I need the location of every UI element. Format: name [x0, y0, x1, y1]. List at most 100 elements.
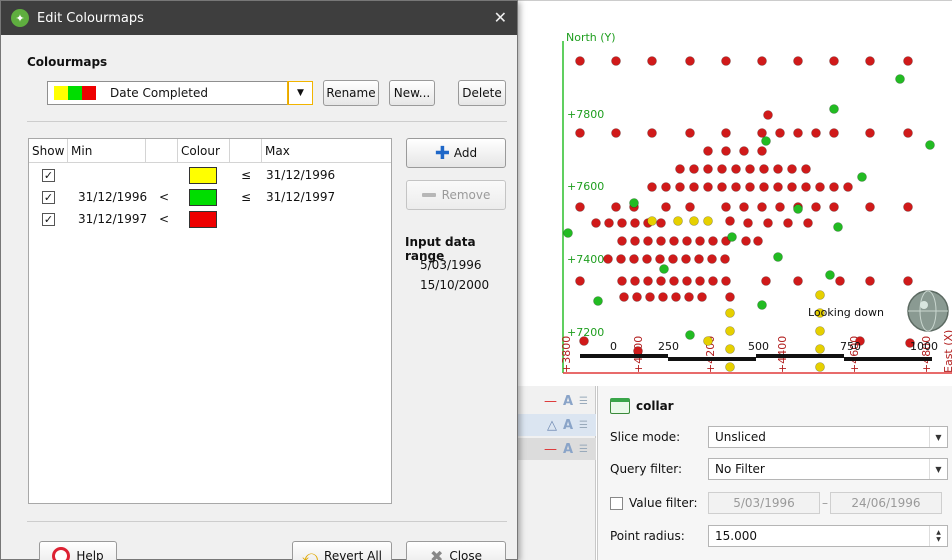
- collar-point: [661, 202, 671, 212]
- collar-point: [579, 336, 589, 346]
- collar-point: [658, 292, 668, 302]
- tree-row-icons[interactable]: — A ☰: [518, 390, 596, 412]
- value-filter-max[interactable]: 24/06/1996: [830, 492, 942, 514]
- collar-point: [671, 292, 681, 302]
- collar-point: [793, 56, 803, 66]
- value-filter-row: Value filter: 5/03/1996 – 24/06/1996: [610, 492, 950, 514]
- properties-title: collar: [636, 399, 674, 413]
- query-filter-select[interactable]: No Filter ▼: [708, 458, 948, 480]
- collar-point: [721, 56, 731, 66]
- show-checkbox[interactable]: ✓: [42, 212, 55, 226]
- collar-point: [725, 344, 735, 354]
- collar-point: [656, 276, 666, 286]
- collar-point: [611, 202, 621, 212]
- collar-point: [739, 146, 749, 156]
- remove-button[interactable]: Remove: [406, 180, 506, 210]
- colour-swatch[interactable]: [189, 188, 217, 206]
- collar-point: [629, 254, 639, 264]
- collar-point: [643, 276, 653, 286]
- label-icon: A: [562, 441, 574, 457]
- collar-point: [675, 164, 685, 174]
- tree-row-icons[interactable]: △ A ☰: [518, 414, 596, 436]
- collar-point: [775, 128, 785, 138]
- collar-point: [787, 182, 797, 192]
- collar-point: [630, 276, 640, 286]
- collar-point: [645, 292, 655, 302]
- list-icon: ☰: [579, 443, 588, 455]
- collar-point: [745, 182, 755, 192]
- collar-point: [835, 276, 845, 286]
- delete-button[interactable]: Delete: [458, 80, 506, 106]
- lifebuoy-icon: [52, 547, 71, 560]
- help-button[interactable]: Help: [39, 541, 117, 560]
- dialog-titlebar[interactable]: ✦ Edit Colourmaps ✕: [1, 1, 517, 35]
- chevron-down-icon[interactable]: ▼: [287, 81, 313, 105]
- view-globe-icon[interactable]: [907, 290, 949, 332]
- collar-point: [694, 254, 704, 264]
- collar-point: [661, 182, 671, 192]
- collar-point: [829, 202, 839, 212]
- point-radius-input[interactable]: 15.000 ▲ ▼: [708, 525, 948, 547]
- tree-row-icons[interactable]: — A ☰: [518, 438, 596, 460]
- collar-point: [773, 252, 783, 262]
- show-checkbox[interactable]: ✓: [42, 168, 55, 182]
- collar-point: [689, 216, 699, 226]
- divider: [27, 521, 507, 522]
- edit-colourmaps-dialog: ✦ Edit Colourmaps ✕ Colourmaps Date Comp…: [0, 0, 518, 560]
- scale-label: 750: [840, 340, 861, 353]
- scale-label: 0: [610, 340, 617, 353]
- collar-point: [903, 276, 913, 286]
- value-filter-checkbox[interactable]: [610, 496, 623, 510]
- table-row[interactable]: ✓ 31/12/1996 < ≤ 31/12/1997: [29, 186, 391, 208]
- value-filter-min[interactable]: 5/03/1996: [708, 492, 820, 514]
- collar-point: [659, 264, 669, 274]
- scene-canvas[interactable]: North (Y) +7800 +7600 +7400 +7200 +3800 …: [518, 1, 952, 386]
- collar-point: [759, 164, 769, 174]
- add-button[interactable]: ✚ Add: [406, 138, 506, 168]
- colourmap-select[interactable]: Date Completed ▼: [47, 81, 313, 105]
- collar-point: [757, 128, 767, 138]
- header-show: Show: [29, 139, 68, 163]
- swatch-green: [68, 86, 82, 100]
- show-checkbox[interactable]: ✓: [42, 190, 55, 204]
- point-cloud: [563, 56, 935, 372]
- slice-mode-select[interactable]: Unsliced ▼: [708, 426, 948, 448]
- min-operator: <: [159, 190, 170, 204]
- spinner-icon[interactable]: ▲ ▼: [929, 526, 947, 546]
- collar-point: [655, 254, 665, 264]
- collar-point: [925, 140, 935, 150]
- collar-point: [684, 292, 694, 302]
- collar-point: [801, 164, 811, 174]
- collar-point: [647, 182, 657, 192]
- project-tree-strip: — A ☰ △ A ☰ — A ☰: [518, 386, 596, 560]
- collar-point: [815, 290, 825, 300]
- triangle-icon: △: [546, 417, 557, 433]
- rename-button[interactable]: Rename: [323, 80, 379, 106]
- divider: [27, 121, 507, 122]
- close-icon[interactable]: ✕: [494, 8, 507, 27]
- collar-point: [825, 270, 835, 280]
- slice-mode-value: Unsliced: [715, 430, 766, 444]
- collar-point: [575, 128, 585, 138]
- value-filter-toggle[interactable]: Value filter:: [610, 496, 708, 510]
- scene-view[interactable]: North (Y) +7800 +7600 +7400 +7200 +3800 …: [518, 0, 952, 386]
- table-row[interactable]: ✓ 31/12/1997 <: [29, 208, 391, 230]
- close-label: Close: [449, 549, 483, 560]
- collar-point: [801, 182, 811, 192]
- collar-point: [611, 128, 621, 138]
- table-row[interactable]: ✓ ≤ 31/12/1996: [29, 164, 391, 186]
- revert-all-button[interactable]: ⤺ Revert All: [292, 541, 392, 560]
- collar-point: [793, 204, 803, 214]
- scale-label: 1000: [910, 340, 938, 353]
- close-button[interactable]: ✖ Close: [406, 541, 506, 560]
- collar-point: [731, 182, 741, 192]
- dialog-title: Edit Colourmaps: [37, 10, 144, 26]
- collar-point: [629, 198, 639, 208]
- new-button[interactable]: New...: [389, 80, 435, 106]
- collar-point: [563, 228, 573, 238]
- colour-swatch[interactable]: [189, 166, 217, 184]
- collar-point: [604, 218, 614, 228]
- colourmap-table[interactable]: Show Min Colour Max ✓ ≤ 31/12/1996 ✓ 31/…: [28, 138, 392, 504]
- colour-swatch[interactable]: [189, 210, 217, 228]
- collar-point: [727, 232, 737, 242]
